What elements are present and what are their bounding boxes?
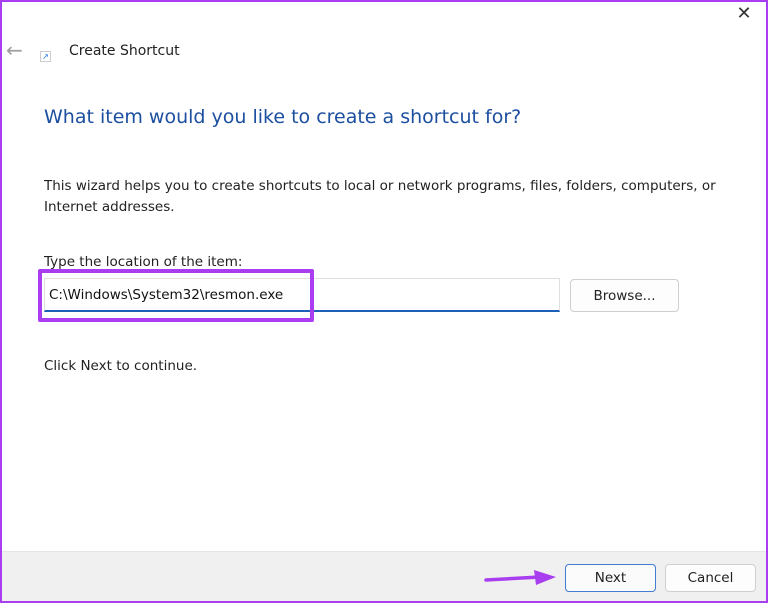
location-label: Type the location of the item: — [44, 254, 243, 270]
next-button[interactable]: Next — [565, 564, 656, 592]
annotation-arrow-icon — [484, 570, 556, 585]
back-arrow-icon[interactable]: ← — [6, 38, 23, 62]
browse-button[interactable]: Browse... — [570, 279, 679, 312]
annotation-highlight — [38, 269, 314, 322]
shortcut-icon: ↗ — [40, 51, 51, 62]
page-title: What item would you like to create a sho… — [44, 106, 522, 128]
close-icon[interactable]: ✕ — [730, 2, 758, 26]
cancel-button[interactable]: Cancel — [665, 564, 756, 592]
wizard-description: This wizard helps you to create shortcut… — [44, 178, 716, 215]
window-title: Create Shortcut — [69, 43, 180, 59]
continue-hint: Click Next to continue. — [44, 358, 198, 374]
